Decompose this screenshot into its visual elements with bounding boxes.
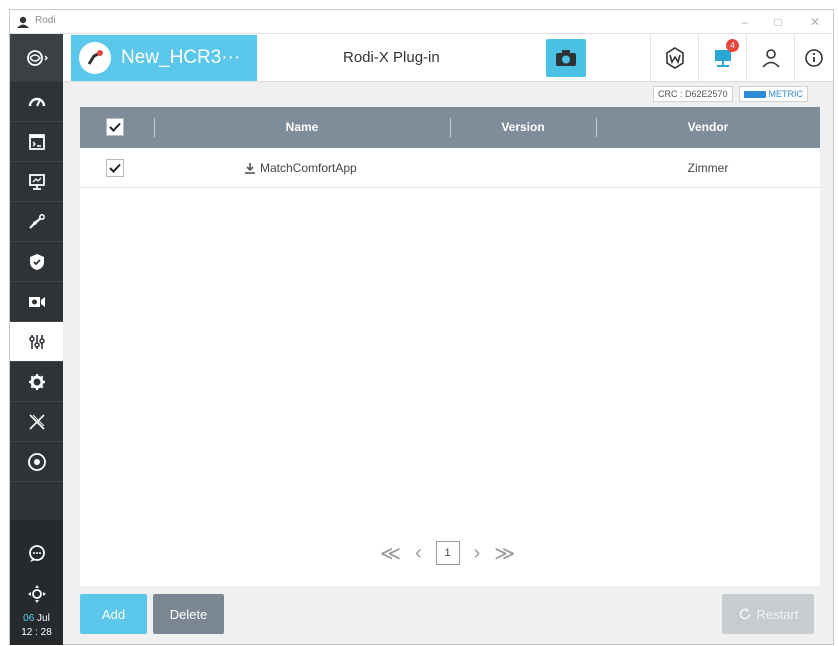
sidebar-item-robot[interactable] (10, 202, 63, 242)
notification-badge: 4 (726, 39, 739, 52)
title-bar: Rodi – □ ✕ (10, 10, 833, 34)
current-page[interactable]: 1 (435, 541, 460, 565)
wallet-button[interactable] (650, 34, 698, 82)
row-checkbox[interactable] (106, 159, 124, 177)
download-icon (245, 163, 255, 174)
camera-icon (28, 296, 45, 307)
close-button[interactable]: ✕ (802, 12, 828, 32)
info-button[interactable] (794, 34, 833, 82)
next-page-button[interactable]: › (474, 542, 481, 565)
restart-label: Restart (756, 606, 799, 622)
restart-button[interactable]: Restart (722, 594, 814, 634)
pagination: ≪ ‹ 1 › ≫ (380, 540, 515, 566)
column-header-vendor[interactable]: Vendor (596, 107, 820, 148)
delete-button[interactable]: Delete (153, 594, 224, 634)
x-logo-icon (28, 413, 45, 430)
sidebar-item-monitor[interactable] (10, 162, 63, 202)
maximize-button[interactable]: □ (765, 12, 791, 32)
plugin-version (450, 148, 596, 188)
app-logo-icon (17, 16, 29, 28)
robot-arm-icon (28, 213, 45, 229)
sidebar-item-program[interactable] (10, 122, 63, 162)
select-all-checkbox[interactable] (106, 118, 124, 136)
status-row: CRC : D62E2570 METRIC (653, 86, 809, 102)
sliders-icon (28, 334, 45, 349)
user-button[interactable] (746, 34, 794, 82)
screenshot-button[interactable] (546, 39, 586, 77)
checkmark-icon (109, 122, 121, 132)
plugin-table-panel: Name Version Vendor MatchComfortApp Zimm… (80, 107, 820, 586)
table-row[interactable]: MatchComfortApp Zimmer (80, 148, 820, 188)
add-button[interactable]: Add (80, 594, 147, 634)
robot-selector[interactable]: New_HCR3··· (71, 35, 257, 81)
ruler-icon (743, 90, 766, 98)
robot-name: New_HCR3··· (121, 47, 241, 68)
sidebar: 06 Jul 12 : 28 (10, 34, 63, 645)
checkmark-icon (109, 163, 121, 173)
robot-logo-icon (79, 42, 111, 74)
crc-badge: CRC : D62E2570 (653, 86, 733, 102)
sidebar-menu-toggle[interactable] (10, 34, 63, 82)
restart-icon (739, 607, 750, 620)
clock-time: 12 : 28 (21, 627, 52, 638)
page-title: Rodi-X Plug-in (343, 49, 440, 66)
column-header-name[interactable]: Name (154, 107, 450, 148)
prev-page-button[interactable]: ‹ (415, 542, 422, 565)
plugin-name: MatchComfortApp (260, 161, 357, 175)
sidebar-item-jog[interactable] (10, 574, 63, 614)
globe-settings-icon (26, 50, 48, 66)
table-header: Name Version Vendor (80, 107, 820, 148)
monitor-icon (28, 173, 45, 190)
gear-icon (28, 373, 45, 390)
shield-icon (29, 253, 44, 270)
sidebar-item-plugin[interactable] (10, 322, 63, 362)
sidebar-item-rodix[interactable] (10, 402, 63, 442)
unit-label: METRIC (768, 89, 804, 99)
sidebar-item-settings[interactable] (10, 362, 63, 402)
sidebar-item-safety[interactable] (10, 242, 63, 282)
date-month: Jul (37, 613, 50, 624)
disc-icon (27, 452, 46, 471)
sidebar-item-chat[interactable] (10, 534, 63, 574)
unit-badge: METRIC (738, 86, 809, 102)
terminal-icon (28, 133, 45, 150)
date-time: 06 Jul 12 : 28 (10, 612, 63, 640)
w-badge-icon (665, 47, 684, 69)
sidebar-item-disc[interactable] (10, 442, 63, 482)
minimize-button[interactable]: – (732, 12, 758, 32)
user-icon (761, 49, 780, 68)
sidebar-item-vision[interactable] (10, 282, 63, 322)
first-page-button[interactable]: ≪ (380, 541, 401, 566)
chat-bubble-icon (28, 545, 45, 562)
column-header-version[interactable]: Version (450, 107, 596, 148)
last-page-button[interactable]: ≫ (494, 541, 515, 566)
jog-icon (27, 585, 46, 603)
plugin-name-cell: MatchComfortApp (244, 148, 357, 188)
gauge-icon (28, 97, 45, 106)
top-bar: New_HCR3··· Rodi-X Plug-in 4 (63, 34, 833, 82)
camera-icon (556, 50, 576, 66)
plugin-vendor: Zimmer (687, 161, 729, 175)
date-day: 06 (23, 613, 35, 624)
sidebar-item-dashboard[interactable] (10, 82, 63, 122)
window-title: Rodi (35, 15, 56, 26)
info-icon (805, 49, 823, 67)
network-button[interactable]: 4 (698, 34, 746, 82)
app-window: Rodi – □ ✕ 06 Jul 12: 28 New_HCR3··· Ro… (9, 9, 834, 645)
